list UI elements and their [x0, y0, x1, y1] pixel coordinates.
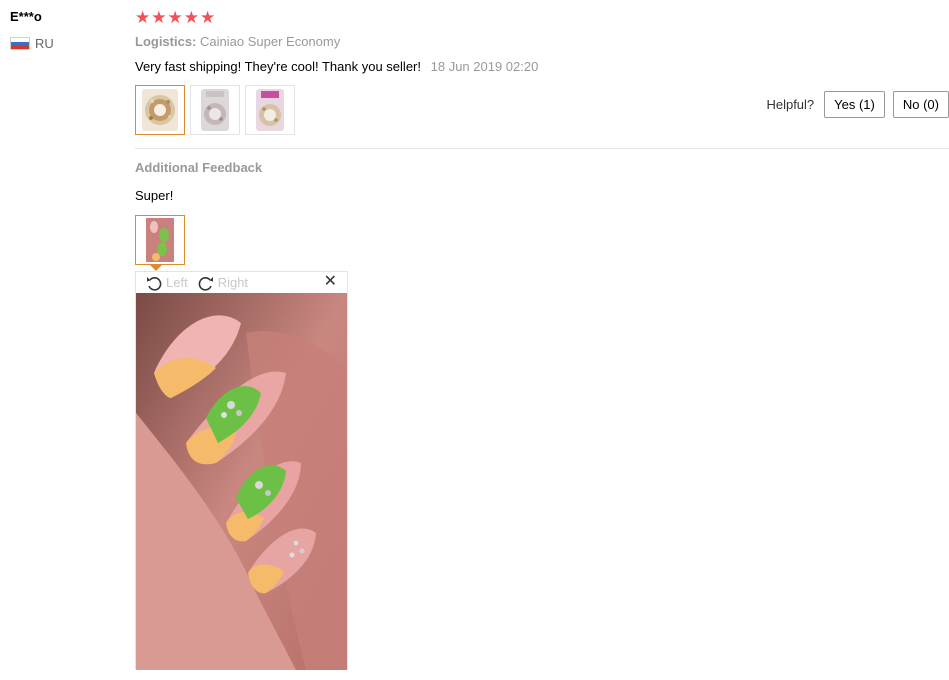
nail-wheel-photo-icon	[256, 89, 284, 131]
helpful-label: Helpful?	[766, 97, 815, 112]
star-icon: ★	[135, 8, 151, 27]
photo-viewer: Left Right ✕	[135, 271, 348, 670]
additional-feedback-title: Additional Feedback	[135, 160, 263, 175]
star-icon: ★	[200, 8, 216, 27]
rotate-left-label: Left	[166, 275, 188, 290]
additional-photo-thumb[interactable]	[135, 215, 185, 265]
rotate-left-icon	[147, 276, 162, 291]
divider	[135, 148, 949, 149]
nail-art-photo	[136, 293, 347, 670]
rotate-right-label: Right	[217, 275, 249, 290]
rotate-right-icon	[198, 276, 213, 291]
rotate-left-button[interactable]: Left	[146, 275, 188, 291]
country-code: RU	[35, 36, 54, 51]
close-icon[interactable]: ✕	[324, 273, 337, 291]
russia-flag-icon	[10, 37, 30, 50]
logistics-label: Logistics:	[135, 34, 197, 49]
nail-wheel-photo-icon	[142, 89, 178, 131]
helpful-yes-button[interactable]: Yes (1)	[824, 91, 885, 118]
helpful-voting: Helpful? Yes (1) No (0)	[766, 91, 949, 118]
nail-wheel-photo-icon	[201, 89, 229, 131]
review-text: Very fast shipping! They're cool! Thank …	[135, 59, 421, 74]
review-photos	[135, 85, 295, 135]
logistics-info: Logistics: Cainiao Super Economy	[135, 34, 340, 49]
helpful-no-button[interactable]: No (0)	[892, 91, 949, 118]
review-photo-thumb[interactable]	[245, 85, 295, 135]
reviewer-country: RU	[10, 36, 54, 51]
viewer-toolbar: Left Right ✕	[136, 272, 347, 293]
logistics-value: Cainiao Super Economy	[200, 34, 341, 49]
review-photo-thumb[interactable]	[190, 85, 240, 135]
nail-art-photo-icon	[146, 218, 174, 262]
star-icon: ★	[167, 8, 183, 27]
rotate-right-button[interactable]: Right	[198, 275, 248, 291]
review-date: 18 Jun 2019 02:20	[430, 59, 539, 74]
reviewer-name: E***o	[10, 9, 42, 24]
star-icon: ★	[183, 8, 199, 27]
review-content: Very fast shipping! They're cool! Thank …	[135, 59, 538, 74]
review-photo-thumb[interactable]	[135, 85, 185, 135]
star-icon: ★	[151, 8, 167, 27]
star-rating: ★ ★ ★ ★ ★	[135, 8, 215, 28]
additional-feedback-text: Super!	[135, 188, 174, 203]
